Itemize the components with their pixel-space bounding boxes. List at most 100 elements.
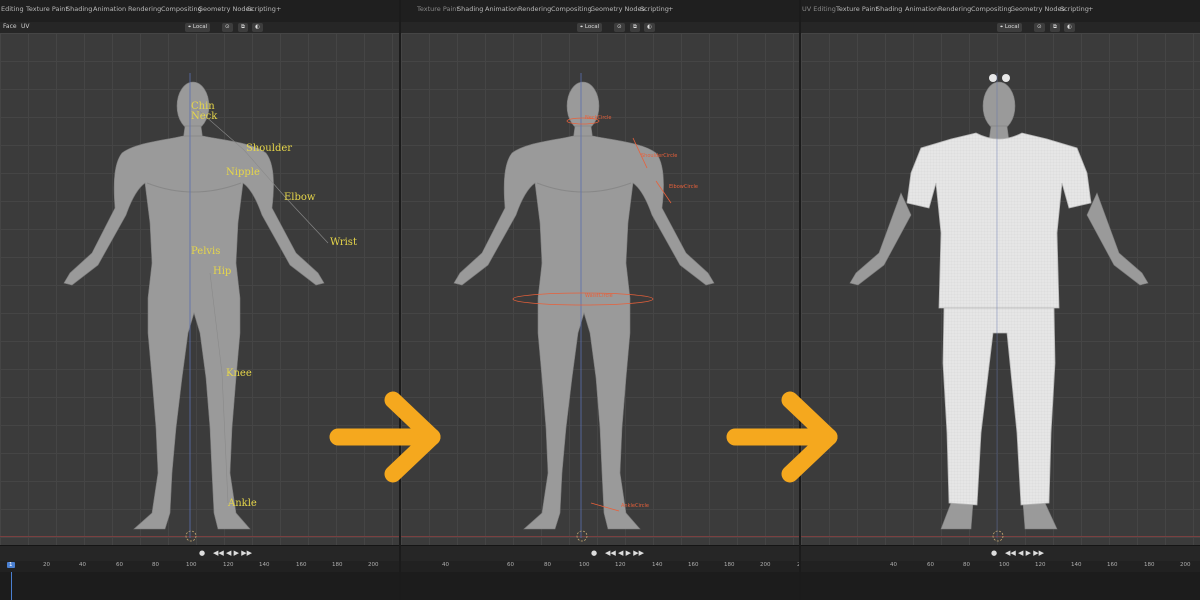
snap-icon: ⧉: [633, 24, 637, 30]
bone-label-nipple: Nipple: [226, 167, 260, 178]
add-workspace-button[interactable]: +: [668, 5, 673, 13]
snap-toggle[interactable]: ⧉: [238, 23, 248, 32]
transform-orientation-dropdown[interactable]: ⌖ Local: [577, 23, 603, 32]
tab-texture-paint[interactable]: Texture Paint: [26, 5, 68, 13]
add-workspace-button[interactable]: +: [1088, 5, 1093, 13]
tab-scripting[interactable]: Scripting: [247, 5, 276, 13]
frame-tick: 160: [688, 562, 699, 568]
tab-compositing[interactable]: Compositing: [161, 5, 202, 13]
playback-buttons[interactable]: ◀◀ ◀ ▶ ▶▶: [1005, 549, 1044, 557]
body-with-control-circles: [453, 73, 715, 542]
add-workspace-button[interactable]: +: [276, 5, 281, 13]
tab-geometry-nodes[interactable]: Geometry Nodes: [1010, 5, 1065, 13]
frame-tick: 80: [152, 562, 159, 568]
proportional-edit-toggle[interactable]: ◐: [252, 23, 263, 32]
snap-toggle[interactable]: ⧉: [1050, 23, 1060, 32]
tab-shading[interactable]: Shading: [457, 5, 483, 13]
orientation-value: Local: [1004, 24, 1020, 30]
3d-viewport[interactable]: Chin Neck Shoulder Nipple Elbow Wrist Pe…: [0, 33, 400, 545]
tab-animation[interactable]: Animation: [905, 5, 938, 13]
bone-label-elbow: Elbow: [284, 192, 316, 203]
tab-rendering[interactable]: Rendering: [518, 5, 551, 13]
tab-compositing[interactable]: Compositing: [551, 5, 592, 13]
3d-viewport[interactable]: NeckCircle ShoulderCircle ElbowCircle Wa…: [401, 33, 799, 545]
timeline-ruler[interactable]: 40 60 80 100 120 140 160 180 200 220: [401, 561, 799, 572]
tab-animation[interactable]: Animation: [93, 5, 126, 13]
viewport-header: ⌖ Local ⊙ ⧉ ◐: [401, 22, 799, 33]
3d-viewport[interactable]: [801, 33, 1200, 545]
tab-geometry-nodes[interactable]: Geometry Nodes: [590, 5, 645, 13]
frame-tick: 120: [615, 562, 626, 568]
frame-tick: 20: [43, 562, 50, 568]
pivot-icon: ⊙: [617, 24, 622, 30]
timeline-track[interactable]: [0, 572, 400, 600]
timeline-track[interactable]: [801, 572, 1200, 600]
tab-compositing[interactable]: Compositing: [971, 5, 1012, 13]
playback-buttons[interactable]: ◀◀ ◀ ▶ ▶▶: [213, 549, 252, 557]
control-circle-shoulder: ShoulderCircle: [641, 153, 678, 159]
tab-scripting[interactable]: Scripting: [640, 5, 669, 13]
face-menu[interactable]: Face: [3, 23, 17, 30]
bone-label-wrist: Wrist: [330, 237, 357, 248]
tab-rendering[interactable]: Rendering: [128, 5, 161, 13]
tab-geometry-nodes[interactable]: Geometry Nodes: [198, 5, 253, 13]
pivot-dropdown[interactable]: ⊙: [222, 23, 233, 32]
uv-menu[interactable]: UV: [21, 23, 30, 30]
bone-label-knee: Knee: [226, 368, 252, 379]
frame-tick: 140: [259, 562, 270, 568]
tab-texture-paint[interactable]: Texture Paint: [836, 5, 878, 13]
record-button[interactable]: ●: [591, 549, 597, 557]
playback-buttons[interactable]: ◀◀ ◀ ▶ ▶▶: [605, 549, 644, 557]
tab-rendering[interactable]: Rendering: [938, 5, 971, 13]
bone-label-pelvis: Pelvis: [191, 246, 221, 257]
proportional-icon: ◐: [647, 24, 652, 30]
frame-tick: 60: [927, 562, 934, 568]
frame-tick: 80: [963, 562, 970, 568]
transform-orientation-dropdown[interactable]: ⌖ Local: [185, 23, 211, 32]
frame-tick: 200: [1180, 562, 1191, 568]
bone-label-hip: Hip: [213, 266, 232, 277]
tab-shading[interactable]: Shading: [66, 5, 92, 13]
control-circle-neck: NeckCircle: [585, 115, 612, 121]
pivot-dropdown[interactable]: ⊙: [1034, 23, 1045, 32]
timeline-ruler[interactable]: 40 60 80 100 120 140 160 180 200: [801, 561, 1200, 572]
timeline-ruler[interactable]: 1 20 40 60 80 100 120 140 160 180 200: [0, 561, 400, 572]
playback-controls: ● ◀◀ ◀ ▶ ▶▶: [801, 545, 1200, 562]
tab-animation[interactable]: Animation: [485, 5, 518, 13]
control-circle-elbow: ElbowCircle: [669, 184, 698, 190]
tab-scripting[interactable]: Scripting: [1060, 5, 1089, 13]
pivot-icon: ⊙: [225, 24, 230, 30]
snap-icon: ⧉: [1053, 24, 1057, 30]
tab-shading[interactable]: Shading: [876, 5, 902, 13]
current-frame-marker[interactable]: 1: [7, 562, 15, 568]
workspace-tabs: Editing Texture Paint Shading Animation …: [0, 0, 400, 23]
frame-tick: 140: [652, 562, 663, 568]
bone-label-neck: Neck: [191, 111, 218, 122]
frame-tick: 160: [1107, 562, 1118, 568]
tab-editing[interactable]: Editing: [1, 5, 24, 13]
record-button[interactable]: ●: [991, 549, 997, 557]
viewport-header: ⌖ Local ⊙ ⧉ ◐: [801, 22, 1200, 33]
viewport-panel-right: UV Editing Texture Paint Shading Animati…: [801, 0, 1200, 600]
frame-tick: 180: [332, 562, 343, 568]
frame-tick: 180: [724, 562, 735, 568]
tab-uv-editing[interactable]: UV Editing: [802, 5, 836, 13]
timeline-track[interactable]: [401, 572, 799, 600]
pivot-dropdown[interactable]: ⊙: [614, 23, 625, 32]
snap-toggle[interactable]: ⧉: [630, 23, 640, 32]
proportional-edit-toggle[interactable]: ◐: [1064, 23, 1075, 32]
record-button[interactable]: ●: [199, 549, 205, 557]
control-circle-ankle: AnkleCircle: [621, 503, 649, 509]
transform-orientation-dropdown[interactable]: ⌖ Local: [997, 23, 1023, 32]
playback-controls: ● ◀◀ ◀ ▶ ▶▶: [401, 545, 799, 562]
pivot-icon: ⊙: [1037, 24, 1042, 30]
frame-tick: 200: [368, 562, 379, 568]
tab-texture-paint[interactable]: Texture Paint: [417, 5, 459, 13]
orientation-value: Local: [192, 24, 208, 30]
frame-tick: 40: [890, 562, 897, 568]
frame-tick: 80: [544, 562, 551, 568]
proportional-edit-toggle[interactable]: ◐: [644, 23, 655, 32]
frame-tick: 100: [579, 562, 590, 568]
playback-controls: ● ◀◀ ◀ ▶ ▶▶: [0, 545, 400, 562]
frame-tick: 40: [79, 562, 86, 568]
